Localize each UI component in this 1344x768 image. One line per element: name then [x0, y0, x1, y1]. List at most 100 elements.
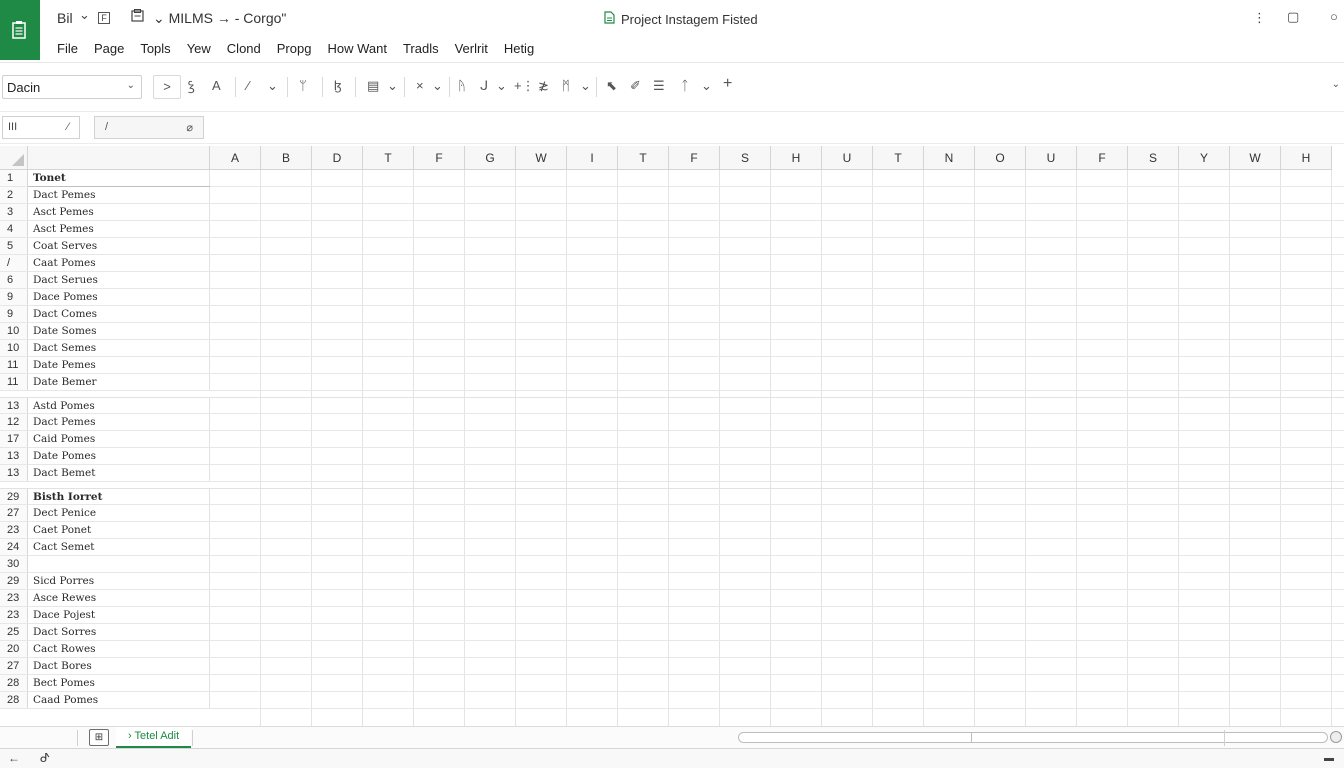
menu-file[interactable]: File: [49, 38, 86, 60]
row-label-cell[interactable]: Caet Ponet: [28, 522, 210, 538]
row-label-cell[interactable]: Cact Rowes: [28, 641, 210, 657]
function-icon[interactable]: ⌀: [186, 121, 193, 134]
chevron-down-icon[interactable]: ⌄: [701, 78, 712, 96]
table-row[interactable]: 5 Coat Serves: [0, 238, 1344, 255]
chevron-down-icon[interactable]: ⌄: [267, 78, 278, 96]
column-header[interactable]: H: [771, 146, 822, 170]
ribbon-expand-icon[interactable]: ⌄: [1332, 79, 1340, 90]
table-row[interactable]: 13 Date Pomes: [0, 448, 1344, 465]
menu-cloud[interactable]: Clond: [219, 38, 269, 60]
row-label-cell[interactable]: Dact Comes: [28, 306, 210, 322]
row-number[interactable]: 23: [0, 522, 28, 538]
add-button[interactable]: +: [723, 76, 732, 94]
menu-how-want[interactable]: How Want: [319, 38, 394, 60]
row-label-cell[interactable]: Caid Pomes: [28, 431, 210, 447]
chevron-down-icon[interactable]: ⌄: [432, 78, 443, 96]
column-header[interactable]: Y: [1179, 146, 1230, 170]
sheet-tab-active[interactable]: › Tetel Adit: [116, 727, 192, 748]
save-icon[interactable]: [131, 9, 145, 26]
row-number[interactable]: 27: [0, 505, 28, 521]
row-label-cell[interactable]: Dact Serues: [28, 272, 210, 288]
column-header[interactable]: W: [516, 146, 567, 170]
table-row[interactable]: 2 Dact Pemes: [0, 187, 1344, 204]
table-row[interactable]: 6 Dact Serues: [0, 272, 1344, 289]
column-header[interactable]: O: [975, 146, 1026, 170]
table-row[interactable]: 29 Bisth Iorret: [0, 488, 1344, 505]
row-label-cell[interactable]: Dact Pemes: [28, 187, 210, 203]
column-header[interactable]: F: [1077, 146, 1128, 170]
column-header[interactable]: T: [873, 146, 924, 170]
row-number[interactable]: 17: [0, 431, 28, 447]
name-box[interactable]: III ⁄: [2, 116, 80, 139]
table-row[interactable]: 1 Tonet: [0, 170, 1344, 187]
row-number[interactable]: 9: [0, 289, 28, 305]
row-number[interactable]: 24: [0, 539, 28, 555]
sort-button[interactable]: ⬉: [606, 78, 617, 96]
row-label-cell[interactable]: Dact Semes: [28, 340, 210, 356]
table-row[interactable]: 27 Dect Penice: [0, 505, 1344, 522]
table-row[interactable]: 3 Asct Pemes: [0, 204, 1344, 221]
merge-button[interactable]: ᚤ: [458, 78, 466, 96]
row-label-cell[interactable]: Coat Serves: [28, 238, 210, 254]
insert-button[interactable]: ᛘ: [299, 78, 307, 96]
table-row[interactable]: 25 Dact Sorres: [0, 624, 1344, 641]
number-format-button[interactable]: +⋮: [514, 78, 535, 96]
compare-button[interactable]: ≵: [538, 78, 549, 96]
column-header[interactable]: B: [261, 146, 312, 170]
row-number[interactable]: 4: [0, 221, 28, 237]
column-header[interactable]: G: [465, 146, 516, 170]
table-row[interactable]: 29 Sicd Porres: [0, 573, 1344, 590]
select-all-corner[interactable]: [0, 146, 28, 170]
table-row[interactable]: 13 Astd Pomes: [0, 397, 1344, 414]
column-header[interactable]: W: [1230, 146, 1281, 170]
back-arrow-icon[interactable]: ←: [8, 751, 20, 765]
clear-button[interactable]: ×: [416, 78, 424, 96]
table-row[interactable]: 9 Dace Pomes: [0, 289, 1344, 306]
row-number[interactable]: 13: [0, 398, 28, 413]
chevron-down-icon[interactable]: ⌄: [580, 78, 591, 96]
breadcrumb-path[interactable]: ⌄ MILMS → - Corgo": [153, 10, 286, 27]
row-label-cell[interactable]: Dace Pojest: [28, 607, 210, 623]
row-label-cell[interactable]: Caad Pomes: [28, 692, 210, 708]
table-row[interactable]: 20 Cact Rowes: [0, 641, 1344, 658]
table-row[interactable]: 10 Date Somes: [0, 323, 1344, 340]
table-row[interactable]: 24 Cact Semet: [0, 539, 1344, 556]
table-row[interactable]: 11 Date Bemer: [0, 374, 1344, 391]
row-number[interactable]: 2: [0, 187, 28, 203]
menu-help[interactable]: Hetig: [496, 38, 542, 60]
row-number[interactable]: 13: [0, 448, 28, 464]
menu-tools[interactable]: Topls: [132, 38, 178, 60]
row-label-cell[interactable]: Cact Semet: [28, 539, 210, 555]
edit-button[interactable]: ✐: [630, 78, 641, 96]
row-label-cell[interactable]: Date Somes: [28, 323, 210, 339]
row-label-cell[interactable]: Sicd Porres: [28, 573, 210, 589]
row-number[interactable]: 3: [0, 204, 28, 220]
spreadsheet-grid[interactable]: ABDTFGWITFSHUTNOUFSYWH 1 Tonet 2 Dact Pemes…: [0, 146, 1344, 726]
table-row[interactable]: 30: [0, 556, 1344, 573]
column-header[interactable]: F: [669, 146, 720, 170]
app-logo[interactable]: [0, 0, 40, 60]
row-number[interactable]: 25: [0, 624, 28, 640]
window-close-icon[interactable]: ○: [1330, 9, 1338, 24]
row-label-cell[interactable]: Asct Pemes: [28, 221, 210, 237]
file-icon[interactable]: F: [98, 12, 110, 24]
chevron-down-icon[interactable]: ⌄: [387, 78, 398, 96]
row-label-cell[interactable]: Dact Sorres: [28, 624, 210, 640]
table-row[interactable]: 17 Caid Pomes: [0, 431, 1344, 448]
table-row[interactable]: 12 Dact Pemes: [0, 414, 1344, 431]
table-row[interactable]: 27 Dact Bores: [0, 658, 1344, 675]
label-column-header[interactable]: [28, 146, 210, 170]
formula-input[interactable]: / ⌀: [94, 116, 204, 139]
row-number[interactable]: 10: [0, 340, 28, 356]
column-header[interactable]: F: [414, 146, 465, 170]
column-header[interactable]: S: [720, 146, 771, 170]
table-row[interactable]: 9 Dact Comes: [0, 306, 1344, 323]
row-label-cell[interactable]: Dact Pemes: [28, 414, 210, 430]
row-number[interactable]: 5: [0, 238, 28, 254]
row-number[interactable]: 23: [0, 590, 28, 606]
row-number[interactable]: 10: [0, 323, 28, 339]
row-label-cell[interactable]: Date Bemer: [28, 374, 210, 390]
column-header[interactable]: I: [567, 146, 618, 170]
list-button[interactable]: ☰: [653, 78, 665, 96]
menu-props[interactable]: Propg: [269, 38, 320, 60]
